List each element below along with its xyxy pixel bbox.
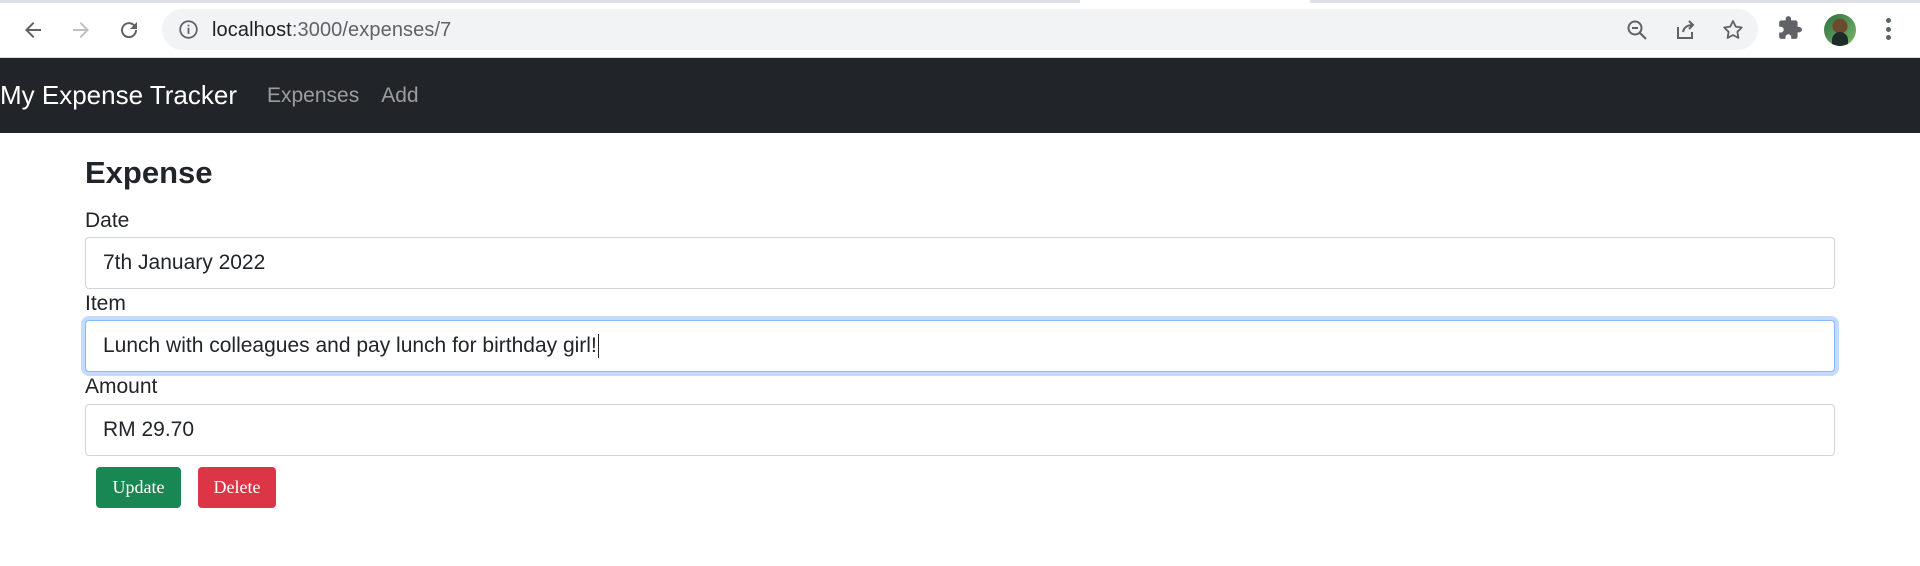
- item-field[interactable]: Lunch with colleagues and pay lunch for …: [85, 320, 1835, 372]
- forward-button[interactable]: [63, 12, 99, 48]
- arrow-left-icon: [25, 22, 41, 38]
- item-label: Item: [85, 292, 126, 315]
- delete-button[interactable]: Delete: [198, 467, 276, 508]
- app-navbar: My Expense Tracker Expenses Add: [0, 58, 1920, 133]
- address-bar[interactable]: localhost:3000/expenses/7: [162, 9, 1758, 50]
- date-field[interactable]: 7th January 2022: [85, 237, 1835, 289]
- brand-link[interactable]: My Expense Tracker: [0, 80, 237, 111]
- arrow-right-icon: [73, 22, 89, 38]
- url-text: localhost:3000/expenses/7: [212, 19, 451, 42]
- page-title: Expense: [85, 155, 213, 190]
- extensions-puzzle-icon[interactable]: [1777, 15, 1803, 41]
- site-info-icon[interactable]: [178, 19, 199, 40]
- reload-icon: [121, 22, 138, 39]
- text-cursor: [597, 334, 599, 358]
- reload-button[interactable]: [111, 12, 147, 48]
- more-menu-icon[interactable]: [1876, 16, 1900, 42]
- item-value: Lunch with colleagues and pay lunch for …: [103, 334, 597, 357]
- tab-strip-edge: [0, 0, 1920, 3]
- star-bookmark-icon[interactable]: [1721, 18, 1745, 42]
- back-button[interactable]: [15, 12, 51, 48]
- zoom-out-icon[interactable]: [1625, 18, 1649, 42]
- amount-label: Amount: [85, 375, 158, 398]
- date-label: Date: [85, 209, 130, 232]
- amount-field[interactable]: RM 29.70: [85, 404, 1835, 456]
- date-value: 7th January 2022: [103, 251, 266, 274]
- profile-avatar[interactable]: [1824, 14, 1856, 46]
- url-path: :3000/expenses/7: [291, 19, 452, 41]
- nav-link-add[interactable]: Add: [381, 84, 418, 108]
- browser-toolbar: localhost:3000/expenses/7: [0, 0, 1920, 58]
- update-button[interactable]: Update: [96, 467, 181, 508]
- share-icon[interactable]: [1673, 18, 1697, 42]
- url-host: localhost: [212, 19, 292, 41]
- amount-value: RM 29.70: [103, 418, 195, 441]
- nav-link-expenses[interactable]: Expenses: [267, 84, 359, 108]
